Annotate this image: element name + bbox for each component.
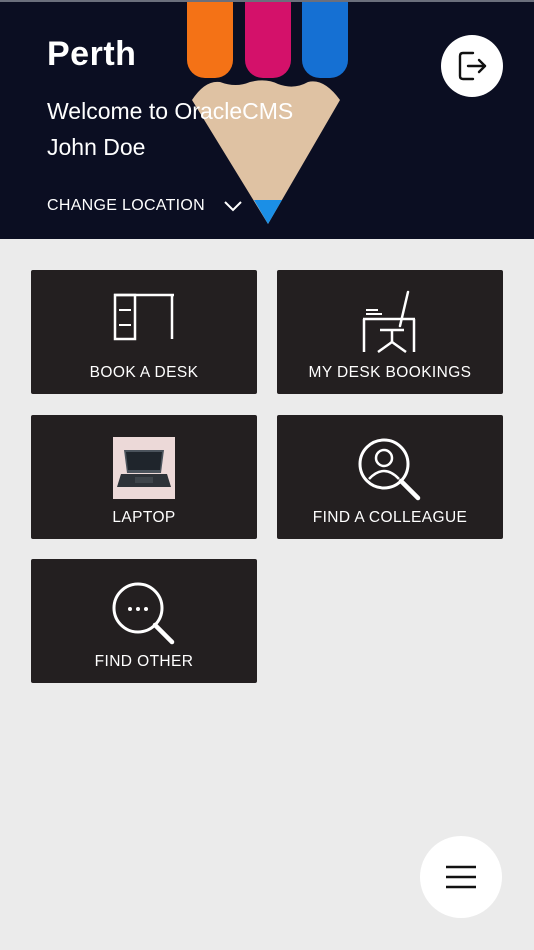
header: Perth Welcome to OracleCMS John Doe CHAN… — [0, 0, 534, 239]
welcome-text: Welcome to OracleCMS — [47, 98, 294, 124]
change-location-label: CHANGE LOCATION — [47, 197, 205, 214]
person-search-icon — [358, 438, 421, 501]
logout-button[interactable] — [441, 35, 503, 97]
city-title: Perth — [47, 35, 137, 73]
hamburger-menu-icon — [446, 865, 476, 889]
find-other-tile[interactable]: FIND OTHER — [31, 559, 257, 683]
find-a-colleague-tile[interactable]: FIND A COLLEAGUE — [277, 415, 503, 539]
tile-label: FIND A COLLEAGUE — [312, 509, 468, 526]
tile-label: BOOK A DESK — [89, 364, 199, 381]
chevron-down-icon — [224, 201, 242, 212]
laptop-icon — [113, 437, 175, 499]
user-name: John Doe — [47, 134, 146, 160]
desk-icon — [113, 293, 174, 341]
my-desk-bookings-tile[interactable]: MY DESK BOOKINGS — [277, 270, 503, 394]
more-search-icon — [112, 582, 175, 645]
laptop-tile[interactable]: LAPTOP — [31, 415, 257, 539]
book-a-desk-tile[interactable]: BOOK A DESK — [31, 270, 257, 394]
tile-label: LAPTOP — [112, 509, 176, 526]
desk-chair-icon — [362, 290, 416, 354]
menu-button[interactable] — [420, 836, 502, 918]
tile-label: MY DESK BOOKINGS — [308, 364, 472, 381]
tile-label: FIND OTHER — [94, 653, 194, 670]
logout-icon — [458, 51, 487, 81]
change-location-button[interactable]: CHANGE LOCATION — [47, 197, 243, 215]
